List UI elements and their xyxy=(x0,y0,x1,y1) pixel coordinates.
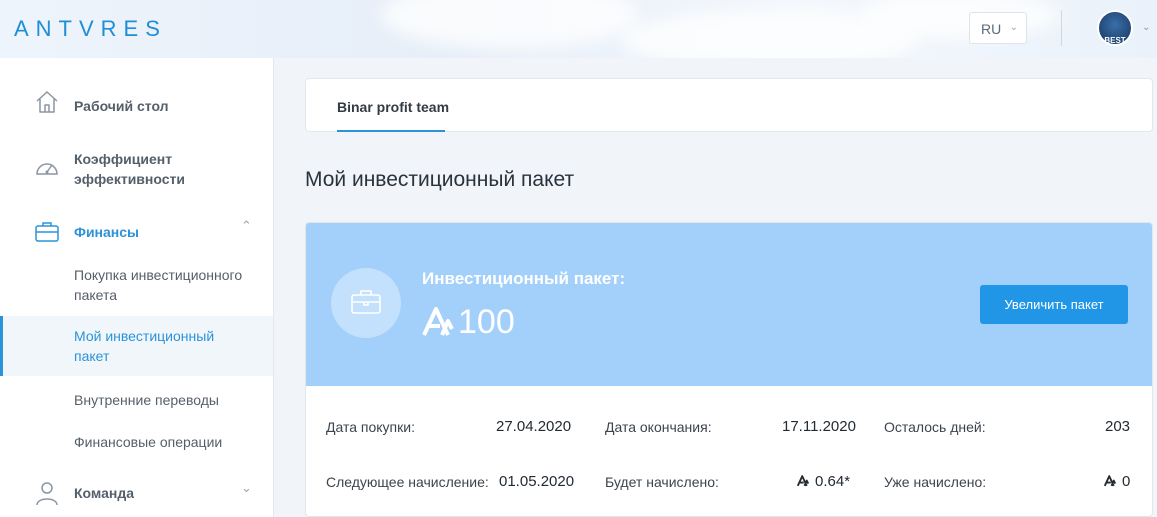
avatar-text: BEST xyxy=(1104,36,1126,45)
end-date-value: 17.11.2020 xyxy=(782,418,856,435)
sidebar-subitem-transfers[interactable]: Внутренние переводы xyxy=(0,388,273,412)
sidebar-item-dashboard[interactable]: Рабочий стол xyxy=(0,80,273,120)
antvres-currency-icon xyxy=(797,475,809,487)
accrued-amount: 0 xyxy=(1104,473,1130,490)
accrued-value: 0 xyxy=(1122,473,1131,490)
avatar[interactable]: BEST xyxy=(1097,10,1133,46)
accrued-label: Уже начислено: xyxy=(884,474,987,490)
antvres-currency-icon xyxy=(422,307,454,336)
page-title: Мой инвестиционный пакет xyxy=(305,168,575,191)
chevron-down-icon: ⌄ xyxy=(241,480,252,495)
language-value: RU xyxy=(981,21,1002,37)
end-date-label: Дата окончания: xyxy=(605,419,712,435)
briefcase-icon xyxy=(351,290,381,314)
days-left-label: Осталось дней: xyxy=(884,419,986,435)
next-accrual-label: Следующее начисление: xyxy=(326,474,489,490)
active-tab-indicator xyxy=(337,130,445,132)
speedometer-icon xyxy=(36,163,58,175)
antvres-currency-icon xyxy=(1104,475,1116,487)
sidebar-subitem-label: Финансовые операции xyxy=(74,434,223,450)
language-select[interactable]: RU ⌄ xyxy=(969,12,1027,44)
sidebar-item-finance[interactable]: Финансы ⌃ xyxy=(0,216,273,248)
chevron-down-icon[interactable]: ⌄ xyxy=(1142,22,1150,33)
next-accrual-value: 01.05.2020 xyxy=(499,473,575,490)
header-divider xyxy=(1061,10,1062,46)
sidebar-subitem-buy-package[interactable]: Покупка инвестиционного пакета xyxy=(0,263,273,309)
days-left-value: 203 xyxy=(1105,418,1131,435)
sidebar-item-efficiency[interactable]: Коэффициент эффективности xyxy=(0,140,273,196)
will-accrue-amount: 0.64* xyxy=(797,473,850,490)
briefcase-icon xyxy=(35,222,59,242)
will-accrue-label: Будет начислено: xyxy=(605,474,719,490)
chevron-down-icon: ⌄ xyxy=(1009,22,1018,33)
tab-binar-profit-team[interactable]: Binar profit team xyxy=(337,99,449,115)
sidebar-item-label: Финансы xyxy=(74,224,139,240)
sidebar-item-team[interactable]: Команда ⌄ xyxy=(0,478,273,512)
sidebar-subitem-label: Покупка инвестиционного пакета xyxy=(74,267,243,303)
tabs-bar: Binar profit team xyxy=(305,78,1153,132)
sidebar-item-label: Команда xyxy=(74,485,134,501)
package-banner: Инвестиционный пакет: 100 Увеличить паке… xyxy=(306,223,1152,386)
package-icon-circle xyxy=(331,268,401,338)
chevron-up-icon: ⌃ xyxy=(241,218,252,233)
home-icon xyxy=(36,91,58,113)
user-icon xyxy=(36,482,58,506)
purchase-date-value: 27.04.2020 xyxy=(496,418,572,435)
sidebar-subitem-my-package[interactable]: Мой инвестиционный пакет xyxy=(0,316,273,376)
top-header: ANTVRES RU ⌄ BEST ⌄ xyxy=(0,0,1157,58)
sidebar-subitem-label: Мой инвестиционный пакет xyxy=(74,328,215,364)
increase-package-button[interactable]: Увеличить пакет xyxy=(980,285,1128,324)
sidebar-subitem-label: Внутренние переводы xyxy=(74,392,219,408)
investment-package-card: Инвестиционный пакет: 100 Увеличить паке… xyxy=(305,222,1153,517)
will-accrue-value: 0.64* xyxy=(815,473,851,490)
app-logo[interactable]: ANTVRES xyxy=(14,16,167,42)
sidebar: Рабочий стол Коэффициент эффективности Ф… xyxy=(0,58,274,517)
sidebar-item-label: Коэффициент эффективности xyxy=(74,151,185,187)
package-amount-value: 100 xyxy=(458,303,515,341)
sidebar-item-label: Рабочий стол xyxy=(74,98,169,114)
purchase-date-label: Дата покупки: xyxy=(326,419,415,435)
sidebar-subitem-operations[interactable]: Финансовые операции xyxy=(0,430,273,454)
package-label: Инвестиционный пакет: xyxy=(422,269,626,288)
